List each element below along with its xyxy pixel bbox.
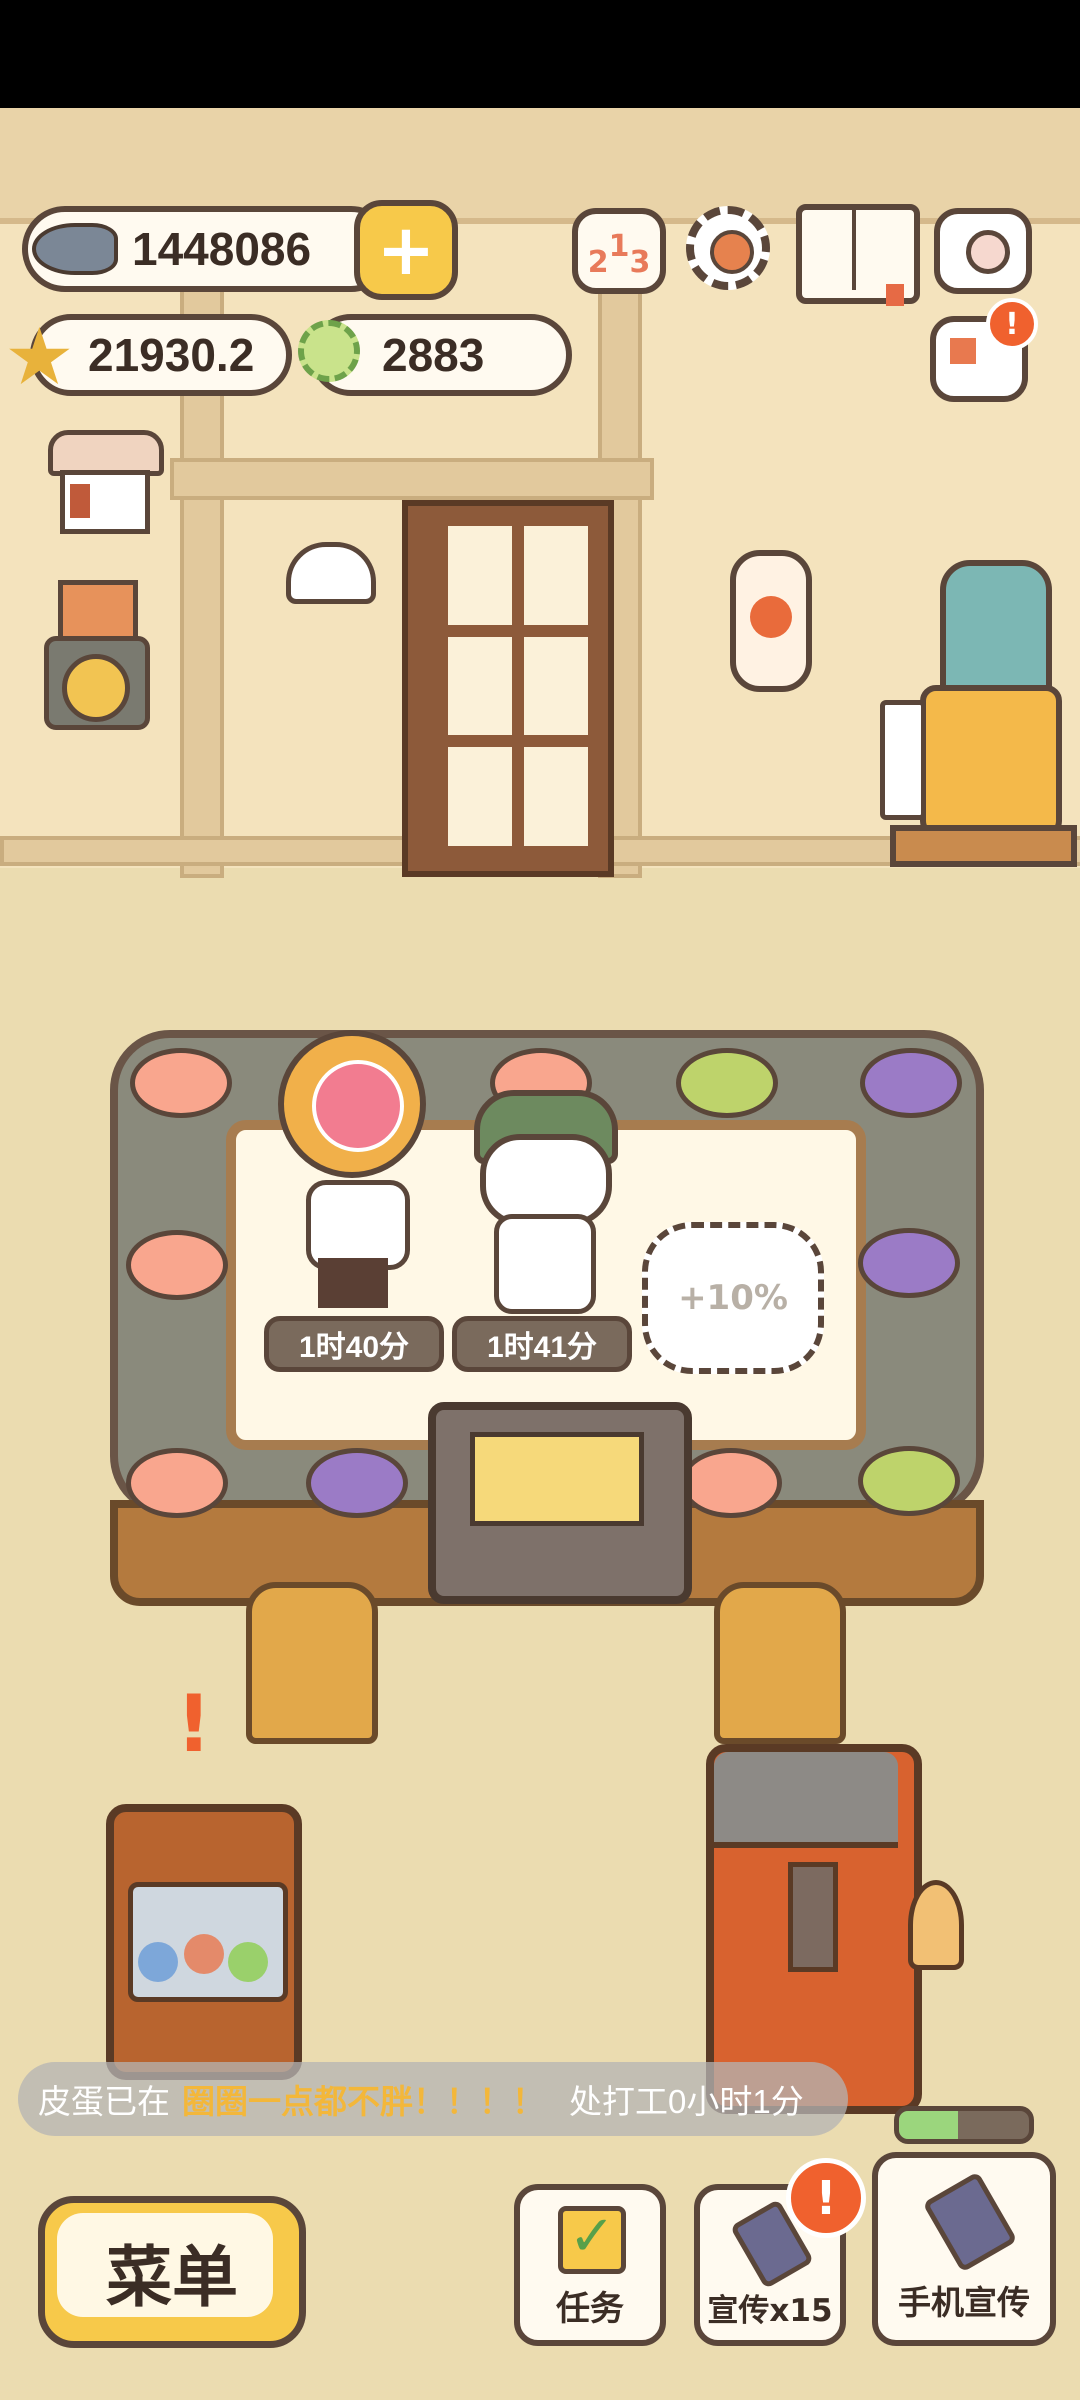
sushi-plate[interactable] [858, 1446, 960, 1516]
progress-fill [899, 2111, 958, 2139]
task-label: 任务 [556, 2289, 624, 2329]
coin-amount: 2883 [382, 329, 485, 381]
phone-icon [922, 2171, 1018, 2273]
sushi-plate[interactable] [680, 1448, 782, 1518]
fish-amount: 1448086 [132, 223, 312, 275]
promo-progress-bar [894, 2106, 1034, 2144]
sushi-plate[interactable] [126, 1230, 228, 1300]
notice-suffix: 处打工0小时1分 [569, 2083, 804, 2120]
chef-lion[interactable] [278, 1030, 428, 1310]
status-bar [0, 0, 1080, 108]
star-currency: ★ 21930.2 [8, 314, 292, 396]
star-amount: 21930.2 [88, 329, 255, 381]
task-button[interactable]: ✓ 任务 [514, 2184, 666, 2346]
checklist-icon: ✓ [558, 2206, 626, 2274]
wall-crossbeam [170, 458, 654, 500]
ice-cream-cone [908, 1880, 964, 1970]
pig-avatar [312, 1060, 404, 1152]
camera-icon[interactable] [934, 208, 1032, 294]
notice-prefix: 皮蛋已在 [38, 2083, 170, 2120]
shop-icon[interactable] [48, 430, 164, 534]
bonus-label: +10% [678, 1278, 788, 1318]
alert-icon: ! [986, 298, 1038, 350]
add-currency-button[interactable]: + [354, 200, 458, 300]
phone-promo-label: 手机宣传 [898, 2283, 1030, 2322]
notice-highlight: 圈圈一点都不胖！！！！ [182, 2083, 545, 2120]
sushi-plate[interactable] [860, 1048, 962, 1118]
empty-chef-slot[interactable]: +10% [642, 1222, 824, 1374]
fish-currency: 1448086 [22, 206, 394, 292]
work-notice-banner: 皮蛋已在 圈圈一点都不胖！！！！ 处打工0小时1分 [18, 2062, 848, 2136]
chef-frog-cat[interactable] [470, 1090, 618, 1314]
promo-label: 宣传x15 [707, 2293, 833, 2329]
phone-promo-button[interactable]: 手机宣传 [872, 2152, 1056, 2346]
chair [714, 1582, 846, 1744]
sushi-plate[interactable] [858, 1228, 960, 1298]
sushi-plate[interactable] [126, 1448, 228, 1518]
cash-register[interactable] [428, 1402, 692, 1604]
alert-exclaim: ! [176, 1680, 212, 1770]
sushi-plate[interactable] [130, 1048, 232, 1118]
ranking-icon[interactable]: 213 [572, 208, 666, 294]
coin-icon [298, 320, 360, 382]
coin-currency: 2883 [298, 314, 572, 396]
menu-label: 菜单 [106, 2239, 238, 2316]
gear-icon[interactable] [686, 206, 770, 290]
promo-alert-icon: ! [786, 2158, 866, 2238]
lantern-decoration [730, 550, 812, 692]
sushi-plate[interactable] [306, 1448, 408, 1518]
star-icon: ★ [8, 318, 71, 396]
chair [246, 1582, 378, 1744]
chef-timer: 1时41分 [452, 1316, 632, 1372]
plus-icon: + [376, 209, 436, 291]
rice-ball-pickup[interactable] [286, 542, 376, 604]
ice-cream-machine[interactable] [706, 1744, 922, 2114]
clock-calendar-icon[interactable] [44, 580, 150, 730]
fish-icon [32, 223, 118, 275]
gashapon-machine[interactable] [106, 1804, 302, 2080]
chef-timer: 1时40分 [264, 1316, 444, 1372]
sliding-door [402, 500, 614, 877]
sushi-plate[interactable] [676, 1048, 778, 1118]
menu-button[interactable]: 菜单 [38, 2196, 306, 2348]
recipe-book-icon[interactable] [796, 204, 920, 306]
water-dispenser[interactable] [880, 560, 1077, 890]
